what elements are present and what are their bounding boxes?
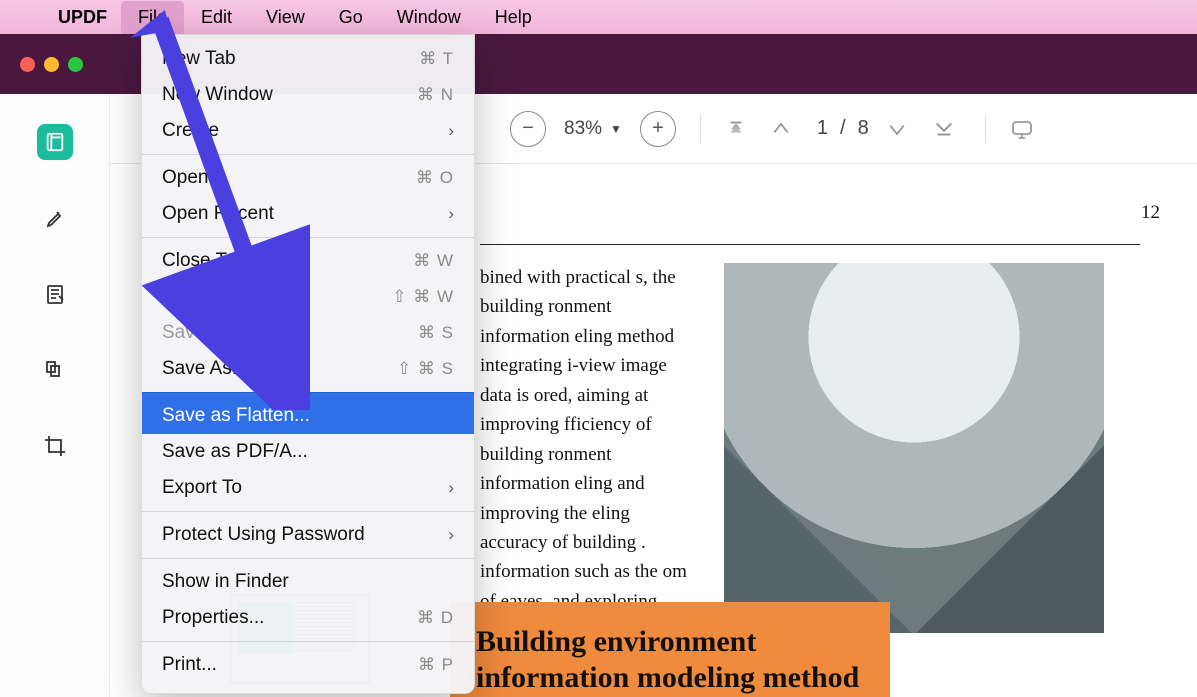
chevron-down-icon: ▼ (610, 122, 622, 136)
edit-tool[interactable] (37, 276, 73, 312)
menu-close-tab[interactable]: Close Tab⌘ W (142, 237, 474, 279)
menu-save-as-pdfa[interactable]: Save as PDF/A... (142, 434, 474, 470)
menu-go[interactable]: Go (322, 1, 380, 34)
menu-protect-password[interactable]: Protect Using Password› (142, 511, 474, 553)
menu-save-as[interactable]: Save As...⇧ ⌘ S (142, 351, 474, 387)
prev-page-button[interactable] (771, 119, 799, 139)
presentation-button[interactable] (1010, 117, 1038, 141)
reader-tool[interactable] (37, 124, 73, 160)
menu-view[interactable]: View (249, 1, 322, 34)
menu-file[interactable]: File (121, 1, 184, 34)
page-counter: 1 / 8 (817, 117, 869, 140)
next-page-button[interactable] (887, 119, 915, 139)
close-window-button[interactable] (20, 57, 35, 72)
minimize-window-button[interactable] (44, 57, 59, 72)
menu-save-as-flatten[interactable]: Save as Flatten... (142, 392, 474, 434)
menu-edit[interactable]: Edit (184, 1, 249, 34)
organize-tool[interactable] (37, 352, 73, 388)
menu-print[interactable]: Print...⌘ P (142, 641, 474, 683)
menu-new-tab[interactable]: New Tab⌘ T (142, 41, 474, 77)
last-page-button[interactable] (933, 118, 961, 140)
menu-new-window[interactable]: New Window⌘ N (142, 77, 474, 113)
zoom-in-button[interactable]: + (640, 111, 676, 147)
document-image (724, 263, 1104, 633)
divider (985, 115, 986, 143)
page-total: 8 (858, 117, 869, 140)
menu-show-in-finder[interactable]: Show in Finder (142, 558, 474, 600)
zoom-level[interactable]: 83% ▼ (564, 118, 622, 140)
mac-menubar: UPDF File Edit View Go Window Help (0, 0, 1197, 34)
highlight-tool[interactable] (37, 200, 73, 236)
zoom-out-button[interactable]: − (510, 111, 546, 147)
menu-open[interactable]: Open...⌘ O (142, 154, 474, 196)
menu-window[interactable]: Window (380, 1, 478, 34)
menu-export-to[interactable]: Export To› (142, 470, 474, 506)
menu-properties[interactable]: Properties...⌘ D (142, 600, 474, 636)
traffic-lights (20, 57, 83, 72)
menu-open-recent[interactable]: Open Recent› (142, 196, 474, 232)
fullscreen-window-button[interactable] (68, 57, 83, 72)
zoom-value: 83% (564, 118, 602, 140)
file-menu-dropdown: New Tab⌘ T New Window⌘ N Create› Open...… (141, 34, 475, 694)
app-name[interactable]: UPDF (44, 1, 121, 34)
menu-close-window[interactable]: Close Window⇧ ⌘ W (142, 279, 474, 315)
crop-tool[interactable] (37, 428, 73, 464)
menu-save: Save...⌘ S (142, 315, 474, 351)
page-sep: / (840, 117, 846, 140)
menu-help[interactable]: Help (478, 1, 549, 34)
menu-create[interactable]: Create› (142, 113, 474, 149)
divider (700, 115, 701, 143)
heading-banner: Building environment information modelin… (450, 602, 890, 697)
first-page-button[interactable] (725, 118, 753, 140)
page-current[interactable]: 1 (817, 117, 828, 140)
pdf-page: 12 bined with practical s, the building … (450, 184, 1170, 695)
tool-sidebar (0, 94, 110, 697)
page-number-label: 12 (1141, 198, 1160, 227)
